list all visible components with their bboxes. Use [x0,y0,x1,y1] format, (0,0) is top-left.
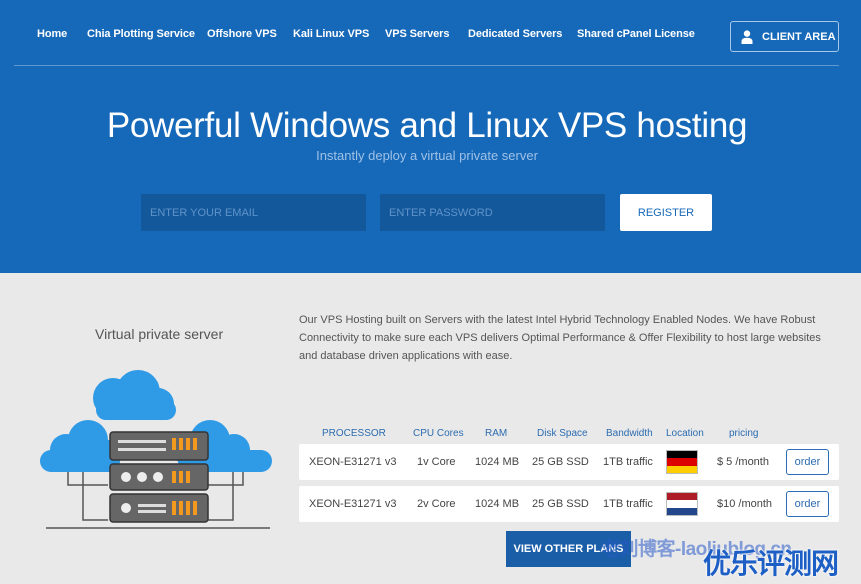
table-row: XEON-E31271 v3 1v Core 1024 MB 25 GB SSD… [299,444,839,480]
client-area-label: CLIENT AREA [762,30,836,43]
ram-cell: 1024 MB [475,498,520,510]
server-cloud-illustration [38,370,278,535]
nav-divider [14,65,839,66]
nav-kali-linux-vps[interactable]: Kali Linux VPS [293,28,369,40]
site-watermark: 优乐评测网 [703,548,839,579]
order-button[interactable]: order [786,491,829,517]
bandwidth-cell: 1TB traffic [603,498,653,510]
top-navigation: Home Chia Plotting Service Offshore VPS … [0,0,861,66]
email-input[interactable] [141,194,366,231]
vps-description: Our VPS Hosting built on Servers with th… [299,314,821,362]
header-pricing: pricing [729,428,759,439]
order-button[interactable]: order [786,449,829,475]
cores-cell: 2v Core [417,498,456,510]
germany-flag-icon [666,450,698,474]
hero-section: Home Chia Plotting Service Offshore VPS … [0,0,861,273]
processor-cell: XEON-E31271 v3 [309,456,397,468]
nav-dedicated-servers[interactable]: Dedicated Servers [468,28,562,40]
hero-subtitle: Instantly deploy a virtual private serve… [316,148,538,163]
nav-offshore-vps[interactable]: Offshore VPS [207,28,277,40]
client-area-button[interactable]: CLIENT AREA [730,21,839,52]
nav-vps-servers[interactable]: VPS Servers [385,28,449,40]
table-row: XEON-E31271 v3 2v Core 1024 MB 25 GB SSD… [299,486,839,522]
bandwidth-cell: 1TB traffic [603,456,653,468]
password-input[interactable] [380,194,605,231]
user-icon [741,29,753,44]
header-location: Location [666,428,704,439]
ram-cell: 1024 MB [475,456,520,468]
netherlands-flag-icon [666,492,698,516]
price-cell: $10 /month [717,498,773,510]
cores-cell: 1v Core [417,456,456,468]
register-button[interactable]: REGISTER [620,194,712,231]
header-disk-space: Disk Space [537,428,588,439]
header-ram: RAM [485,428,508,439]
disk-cell: 25 GB SSD [532,498,589,510]
section-title: Virtual private server [95,326,224,342]
header-cpu-cores: CPU Cores [413,428,464,439]
price-cell: $ 5 /month [717,456,769,468]
processor-cell: XEON-E31271 v3 [309,498,397,510]
disk-cell: 25 GB SSD [532,456,589,468]
nav-home[interactable]: Home [37,28,67,40]
header-bandwidth: Bandwidth [606,428,653,439]
header-processor: PROCESSOR [322,428,386,439]
hero-title: Powerful Windows and Linux VPS hosting [106,106,748,145]
nav-chia-plotting[interactable]: Chia Plotting Service [87,28,195,40]
nav-shared-cpanel[interactable]: Shared cPanel License [577,28,695,40]
